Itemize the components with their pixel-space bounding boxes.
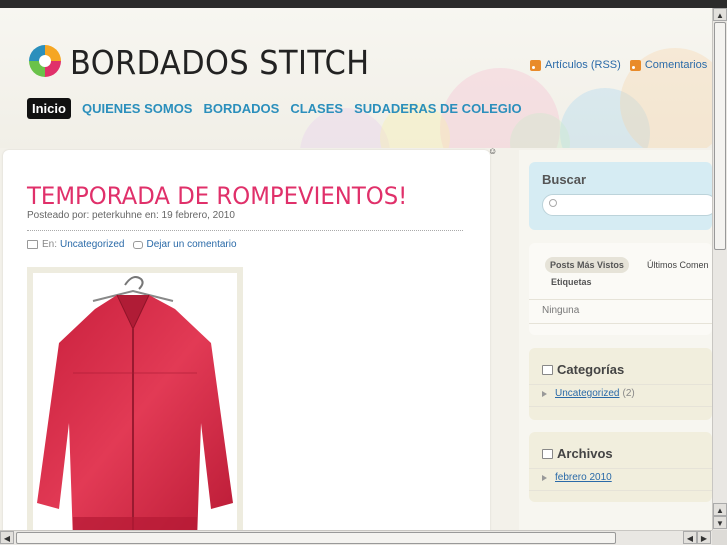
main-nav: Inicio QUIENES SOMOS BORDADOS CLASES SUD… bbox=[27, 98, 533, 119]
scroll-right-button[interactable]: ▶ bbox=[697, 531, 711, 544]
jacket-image bbox=[33, 273, 237, 541]
scrollbar-corner bbox=[712, 530, 727, 545]
horizontal-scrollbar[interactable]: ◀ ◀ ▶ bbox=[0, 530, 712, 545]
divider bbox=[27, 230, 463, 231]
divider bbox=[529, 299, 712, 300]
scroll-up-button[interactable]: ▲ bbox=[713, 8, 727, 21]
nav-item-clases[interactable]: CLASES bbox=[290, 101, 343, 116]
comments-rss-link[interactable]: Comentarios bbox=[629, 59, 708, 71]
nav-item-quienes-somos[interactable]: QUIENES SOMOS bbox=[82, 101, 193, 116]
feed-links: Artículos (RSS) Comentarios bbox=[530, 59, 712, 74]
categories-title-label: Categorías bbox=[557, 362, 625, 377]
top-dark-bar bbox=[0, 0, 727, 8]
arrow-right-icon bbox=[542, 390, 547, 397]
rss-icon bbox=[530, 59, 541, 71]
tab-posts-mas-vistos[interactable]: Posts Más Vistos bbox=[545, 257, 629, 273]
search-input[interactable] bbox=[542, 194, 712, 216]
post-category-link[interactable]: Uncategorized bbox=[60, 239, 124, 250]
comments-rss-label: Comentarios bbox=[644, 59, 708, 71]
arrow-right-icon bbox=[542, 474, 547, 481]
search-title: Buscar bbox=[542, 172, 587, 187]
site-title[interactable]: BORDADOS STITCH bbox=[70, 43, 370, 82]
categories-widget: Categorías Uncategorized (2) bbox=[529, 348, 712, 420]
archives-title-label: Archivos bbox=[557, 446, 613, 461]
category-link-uncategorized[interactable]: Uncategorized bbox=[555, 388, 619, 399]
divider bbox=[529, 323, 712, 324]
tab-etiquetas[interactable]: Etiquetas bbox=[551, 277, 592, 287]
post-image-frame bbox=[27, 267, 243, 545]
category-count: (2) bbox=[622, 388, 635, 399]
category-item: Uncategorized (2) bbox=[542, 388, 635, 399]
scroll-down-arrow-button[interactable]: ▲ bbox=[713, 503, 727, 516]
post-meta: Posteado por: peterkuhne en: 19 febrero,… bbox=[27, 210, 235, 221]
folder-icon bbox=[27, 240, 38, 249]
nav-item-inicio[interactable]: Inicio bbox=[27, 98, 71, 119]
rss-icon bbox=[629, 59, 641, 71]
archive-icon bbox=[542, 448, 553, 459]
main-content: TEMPORADA DE ROMPEVIENTOS! Posteado por:… bbox=[3, 150, 490, 545]
category-icon bbox=[542, 364, 553, 375]
sidebar: Buscar Posts Más Vistos Últimos Comen Et… bbox=[519, 150, 712, 545]
archives-title: Archivos bbox=[542, 446, 613, 461]
divider bbox=[529, 384, 712, 385]
categories-title: Categorías bbox=[542, 362, 624, 377]
leave-comment-link[interactable]: Dejar un comentario bbox=[147, 239, 237, 250]
scroll-down-button[interactable]: ▼ bbox=[713, 516, 727, 529]
post-categories: En: Uncategorized Dejar un comentario bbox=[27, 239, 237, 250]
articles-rss-label: Artículos (RSS) bbox=[545, 59, 621, 71]
archives-widget: Archivos febrero 2010 bbox=[529, 432, 712, 502]
divider bbox=[529, 490, 712, 491]
divider bbox=[529, 468, 712, 469]
archive-link-febrero-2010[interactable]: febrero 2010 bbox=[555, 472, 612, 483]
vertical-scrollbar[interactable]: ▲ ▲ ▼ bbox=[712, 8, 727, 530]
tab-ultimos-comentarios[interactable]: Últimos Comen bbox=[647, 260, 709, 270]
comment-icon bbox=[132, 240, 143, 249]
tabs-widget: Posts Más Vistos Últimos Comen Etiquetas… bbox=[529, 243, 712, 335]
search-widget: Buscar bbox=[529, 162, 712, 230]
site-header: BORDADOS STITCH Artículos (RSS) Comentar… bbox=[0, 8, 712, 148]
nav-item-bordados[interactable]: BORDADOS bbox=[203, 101, 279, 116]
vertical-scroll-thumb[interactable] bbox=[714, 22, 726, 250]
in-label: En: bbox=[42, 239, 58, 250]
nav-item-sudaderas[interactable]: SUDADERAS DE COLEGIO bbox=[354, 101, 522, 116]
post-title[interactable]: TEMPORADA DE ROMPEVIENTOS! bbox=[27, 182, 407, 210]
archive-item: febrero 2010 bbox=[542, 472, 612, 483]
horizontal-scroll-thumb[interactable] bbox=[16, 532, 616, 544]
search-icon bbox=[549, 199, 557, 207]
articles-rss-link[interactable]: Artículos (RSS) bbox=[530, 59, 621, 71]
divider bbox=[529, 406, 712, 407]
logo-icon[interactable] bbox=[28, 44, 62, 78]
scroll-left-end-button[interactable]: ◀ bbox=[683, 531, 697, 544]
tab-empty-text: Ninguna bbox=[542, 305, 580, 316]
jacket-photo[interactable] bbox=[33, 273, 237, 541]
scroll-left-button[interactable]: ◀ bbox=[0, 531, 14, 544]
